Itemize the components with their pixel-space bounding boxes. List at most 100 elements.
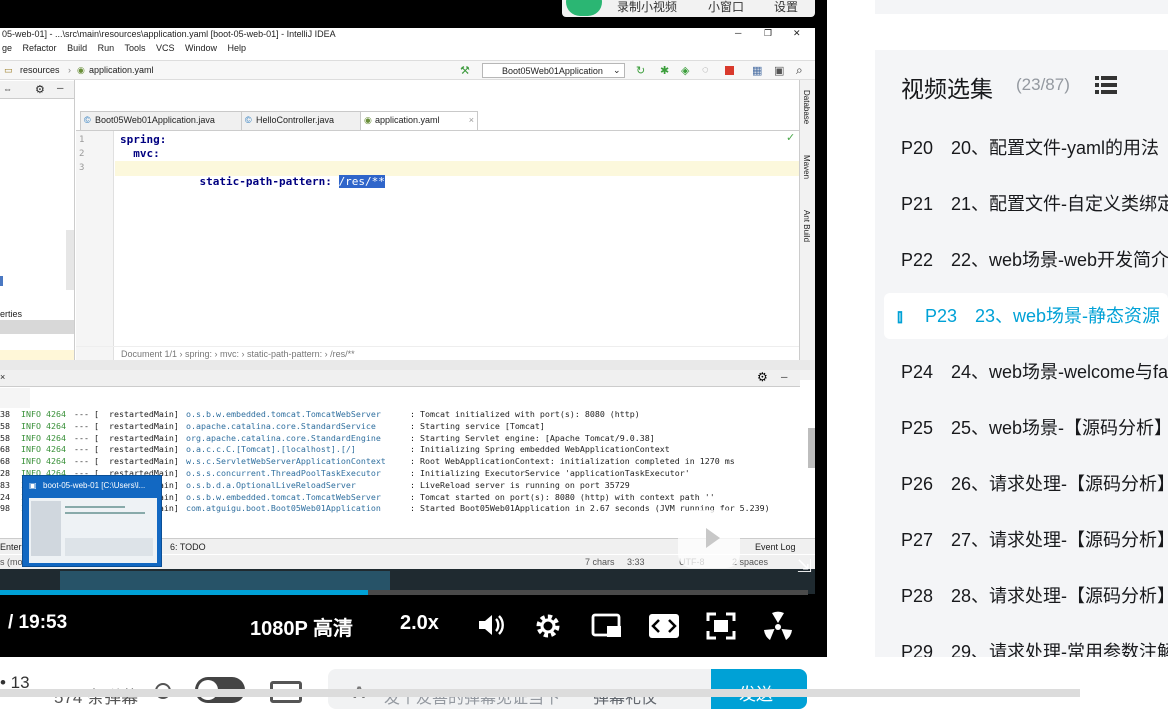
hide-panel-icon[interactable]: ─ <box>781 372 787 382</box>
log-thread: --- [ restartedMain] <box>74 420 179 431</box>
todo-tab[interactable]: 6: TODO <box>170 542 206 552</box>
log-time: 68 <box>0 456 10 467</box>
menu-run[interactable]: Run <box>98 43 115 53</box>
stop-icon[interactable] <box>725 66 734 75</box>
check-icon: ✓ <box>786 132 796 144</box>
log-message: : Initializing Spring embedded WebApplic… <box>410 444 670 455</box>
scrollbar[interactable] <box>66 230 74 290</box>
menu-vcs[interactable]: VCS <box>156 43 175 53</box>
menu-help[interactable]: Help <box>228 43 247 53</box>
breadcrumb-file[interactable]: application.yaml <box>89 65 154 75</box>
menu-refactor[interactable]: Refactor <box>23 43 57 53</box>
debug-icon[interactable]: ✱ <box>660 64 669 77</box>
coverage-icon[interactable]: ◈ <box>681 64 689 77</box>
ant-build-tool[interactable]: Ant Build <box>802 210 811 242</box>
log-level: INFO 4264 <box>21 444 66 455</box>
log-thread: --- [ restartedMain] <box>74 409 179 419</box>
log-time: 38 <box>0 409 10 419</box>
log-logger: o.s.b.w.embedded.tomcat.TomcatWebServer <box>186 491 381 502</box>
episode-list-title: 视频选集 <box>901 76 993 102</box>
episode-item[interactable]: P20 20、配置文件-yaml的用法 <box>901 134 1159 160</box>
run-config-select[interactable]: Boot05Web01Application ⌄ <box>482 63 625 78</box>
hide-icon[interactable]: ─ <box>57 83 63 93</box>
java-class-icon: © <box>245 115 252 125</box>
log-message: : Tomcat started on port(s): 8080 (http)… <box>410 491 715 502</box>
gear-icon[interactable]: ⚙ <box>35 83 45 96</box>
expand-arrow-icon[interactable]: ⇲ <box>797 556 812 577</box>
editor[interactable]: 1 2 3 spring: mvc: static-path-pattern: … <box>76 130 799 361</box>
log-level: INFO 4264 <box>21 409 66 419</box>
settings-button[interactable]: 设置 <box>774 0 798 15</box>
menu-tools[interactable]: Tools <box>124 43 145 53</box>
record-video-button[interactable]: 录制小视频 <box>617 0 677 15</box>
chevron-down-icon: ⌄ <box>613 65 621 75</box>
fullscreen-icon[interactable] <box>706 612 736 640</box>
widescreen-icon[interactable] <box>648 613 680 639</box>
tree-item-properties[interactable]: erties <box>0 309 22 319</box>
selected-text: /res/** <box>338 175 385 188</box>
search-icon[interactable]: ⌕ <box>796 63 803 78</box>
volume-icon[interactable] <box>477 612 505 638</box>
ide-window: 05-web-01] - ...\src\main\resources\appl… <box>0 28 815 594</box>
console-scrollbar[interactable] <box>808 428 815 468</box>
picture-in-picture-icon[interactable] <box>591 612 623 640</box>
tab-label: application.yaml <box>375 115 440 125</box>
profile-icon[interactable]: ◌ <box>702 64 709 76</box>
record-icon[interactable] <box>566 0 602 16</box>
list-view-icon[interactable] <box>1095 75 1117 95</box>
quality-button[interactable]: 1080P 高清 <box>250 612 353 641</box>
episode-title: 26、请求处理-【源码分析】 <box>951 474 1168 494</box>
mini-window-button[interactable]: 小窗口 <box>708 0 744 15</box>
database-tool[interactable]: Database <box>802 90 811 124</box>
radiation-icon[interactable] <box>762 610 794 642</box>
project-structure-icon[interactable]: ▦ <box>752 64 762 77</box>
event-log-tab[interactable]: Event Log <box>755 542 796 552</box>
project-pane: ⇔ ⚙ ─ erties <box>0 80 75 364</box>
yaml-file-icon: ◉ <box>77 65 85 75</box>
settings-gear-icon[interactable] <box>533 611 563 641</box>
close-panel-icon[interactable]: × <box>0 372 5 382</box>
episode-title: 25、web场景-【源码分析】 <box>951 418 1168 438</box>
maven-tool[interactable]: Maven <box>802 155 811 179</box>
episode-item[interactable]: ⫾ P23 23、web场景-静态资源 <box>897 302 1160 328</box>
log-thread: --- [ restartedMain] <box>74 432 179 443</box>
log-message: : Root WebApplicationContext: initializa… <box>410 456 735 467</box>
log-level: INFO 4264 <box>21 456 66 467</box>
layout-icon[interactable]: ▣ <box>774 64 784 77</box>
breadcrumb-resources[interactable]: resources <box>20 65 60 75</box>
collapse-icon[interactable]: ⇔ <box>3 84 12 94</box>
menu-build[interactable]: Build <box>67 43 87 53</box>
episode-item[interactable]: P27 27、请求处理-【源码分析】 <box>901 526 1168 552</box>
episode-number: P22 <box>901 250 934 270</box>
menu-window[interactable]: Window <box>185 43 217 53</box>
episode-item[interactable]: P26 26、请求处理-【源码分析】 <box>901 470 1168 496</box>
taskbar-preview[interactable]: ▣ boot-05-web-01 [C:\Users\l... <box>22 475 162 567</box>
episode-item[interactable]: P22 22、web场景-web开发简介 <box>901 246 1168 272</box>
episode-title: 23、web场景-静态资源 <box>975 306 1161 326</box>
breadcrumb-path[interactable]: Document 1/1 › spring: › mvc: › static-p… <box>76 346 799 360</box>
episode-item[interactable]: P28 28、请求处理-【源码分析】 <box>901 582 1168 608</box>
episode-item[interactable]: P21 21、配置文件-自定义类绑定 <box>901 190 1168 216</box>
minimize-icon[interactable]: ─ <box>735 28 741 38</box>
log-time: 28 <box>0 468 10 478</box>
episode-title: 27、请求处理-【源码分析】 <box>951 530 1168 550</box>
episode-number: P28 <box>901 586 934 606</box>
status-position[interactable]: 3:33 <box>627 557 645 567</box>
close-icon[interactable]: ✕ <box>793 28 801 39</box>
video-player[interactable]: 录制小视频 小窗口 设置 05-web-01] - ...\src\main\r… <box>0 0 827 657</box>
tree-marker <box>0 276 3 286</box>
menu-item[interactable]: ge <box>2 43 12 53</box>
line-number: 2 <box>79 149 85 159</box>
episode-number: P21 <box>901 194 934 214</box>
folder-icon: ▭ <box>4 65 13 75</box>
log-logger: o.apache.catalina.core.StandardService <box>186 420 376 431</box>
gear-icon[interactable]: ⚙ <box>757 370 768 384</box>
hammer-icon[interactable]: ⚒ <box>460 64 470 77</box>
close-tab-icon[interactable]: × <box>469 115 474 125</box>
speed-button[interactable]: 2.0x <box>400 612 439 635</box>
maximize-icon[interactable]: ❐ <box>764 28 772 39</box>
rerun-icon[interactable]: ↻ <box>636 64 645 77</box>
episode-item[interactable]: P25 25、web场景-【源码分析】 <box>901 414 1168 440</box>
episode-item[interactable]: P24 24、web场景-welcome与favicon <box>901 358 1168 384</box>
page-horizontal-scrollbar[interactable] <box>0 689 1080 697</box>
